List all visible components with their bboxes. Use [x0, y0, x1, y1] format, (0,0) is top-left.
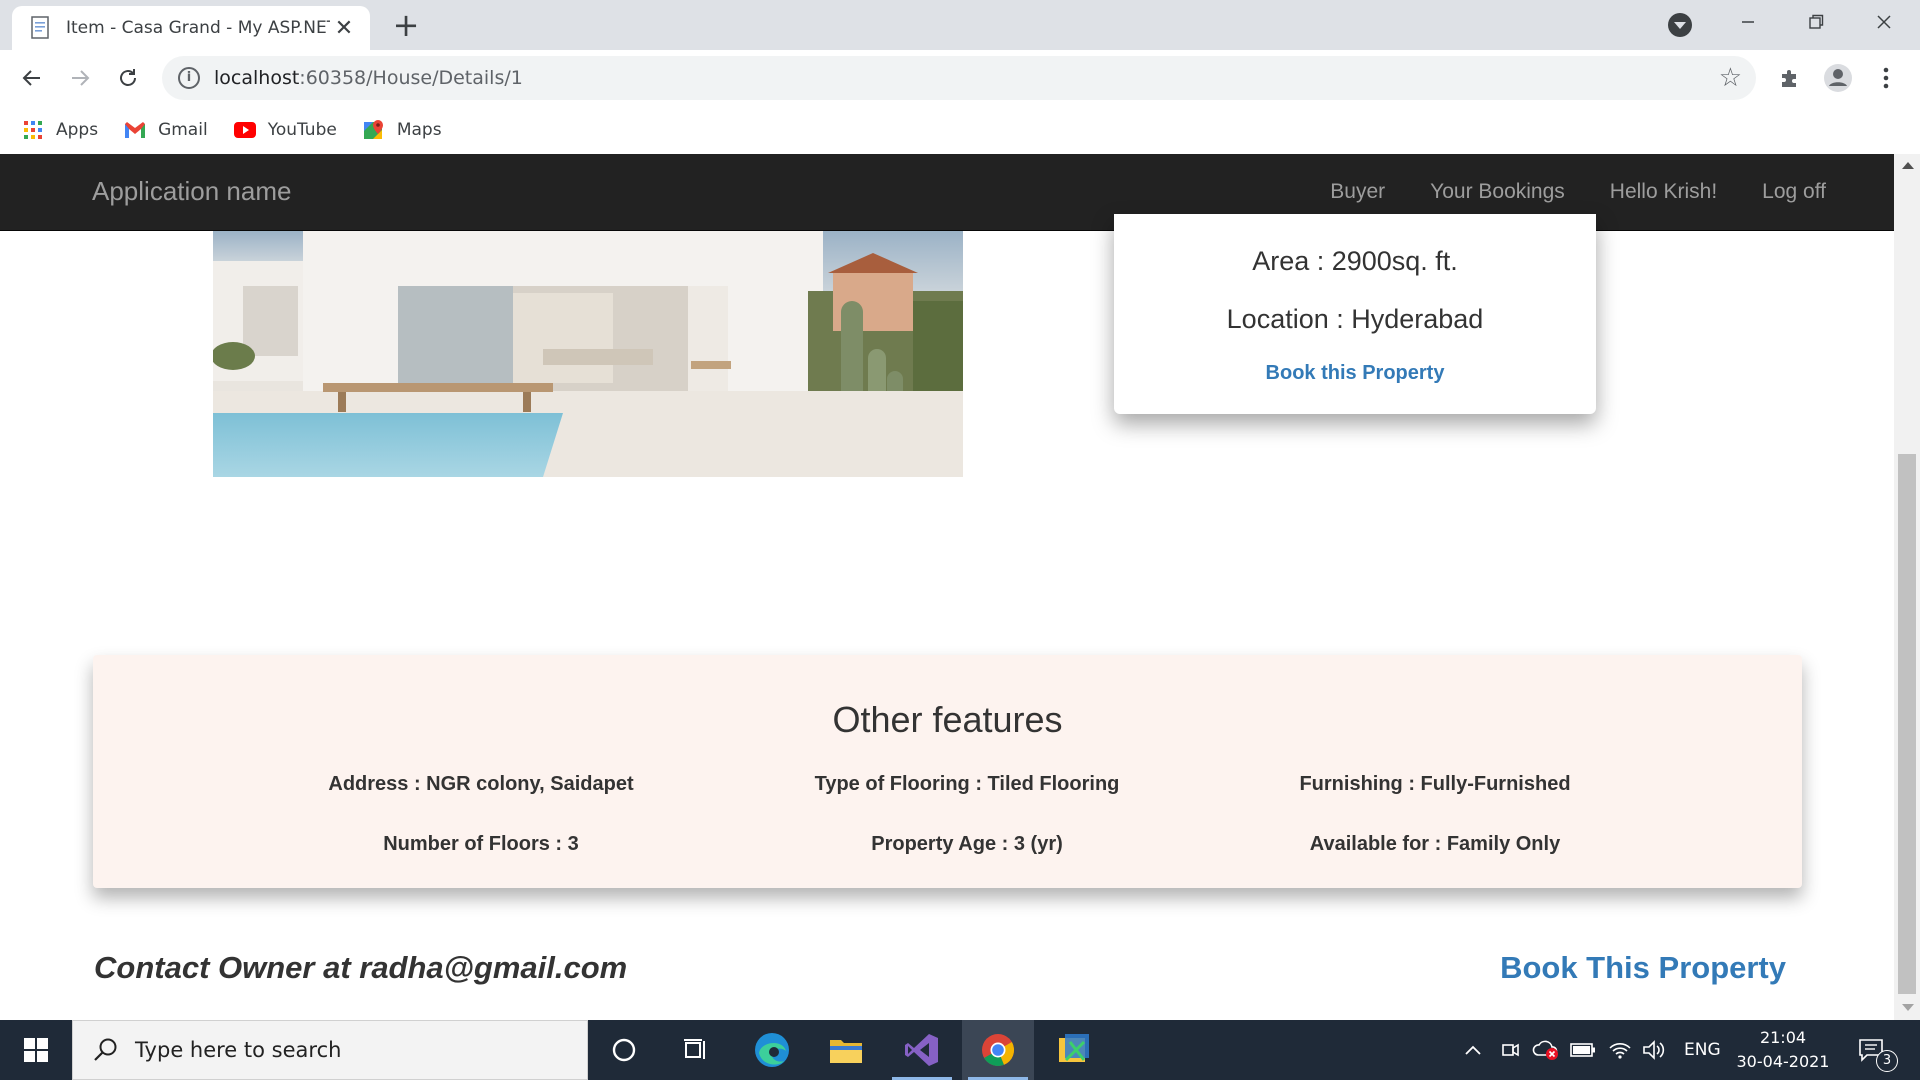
feature-flooring: Type of Flooring : Tiled Flooring: [814, 773, 1120, 795]
nav-logoff-link[interactable]: Log off: [1762, 180, 1826, 204]
windows-logo-icon: [24, 1038, 48, 1062]
minimize-icon[interactable]: [1716, 0, 1780, 44]
window-close-icon[interactable]: [1852, 0, 1916, 44]
bookmark-apps[interactable]: Apps: [22, 119, 98, 141]
feature-floors: Number of Floors : 3: [383, 833, 579, 855]
bookmark-label: Apps: [56, 120, 99, 140]
bookmark-label: YouTube: [267, 120, 337, 140]
bookmark-gmail[interactable]: Gmail: [124, 119, 208, 141]
property-image: [213, 231, 963, 477]
browser-toolbar: i localhost:60358/House/Details/1 ☆: [0, 50, 1920, 106]
scroll-down-arrow-icon[interactable]: [1902, 1004, 1914, 1011]
navbar-links: Buyer Your Bookings Hello Krish! Log off: [1285, 180, 1826, 204]
page-favicon-icon: [31, 16, 49, 39]
taskbar-clock[interactable]: 21:04 30-04-2021: [1728, 1026, 1838, 1074]
volume-icon[interactable]: [1642, 1020, 1668, 1080]
other-features-panel: Other features Address : NGR colony, Sai…: [93, 655, 1802, 888]
edge-browser-icon[interactable]: [736, 1020, 808, 1080]
feature-address: Address : NGR colony, Saidapet: [328, 773, 634, 795]
address-bar[interactable]: i localhost:60358/House/Details/1 ☆: [162, 56, 1756, 100]
extensions-icon[interactable]: [1774, 62, 1806, 94]
notification-count-badge: 3: [1876, 1050, 1898, 1072]
meet-now-icon[interactable]: [1500, 1020, 1520, 1080]
onedrive-error-icon[interactable]: [1532, 1020, 1560, 1080]
snipping-tool-icon[interactable]: [1038, 1020, 1110, 1080]
browser-tab[interactable]: Item - Casa Grand - My ASP.NET Applicati…: [12, 6, 370, 50]
tab-strip: Item - Casa Grand - My ASP.NET Applicati…: [0, 0, 1920, 50]
taskbar-search-box[interactable]: Type here to search: [72, 1020, 588, 1080]
chrome-menu-icon[interactable]: [1870, 62, 1902, 94]
bookmark-label: Maps: [396, 120, 442, 140]
search-placeholder: Type here to search: [135, 1038, 342, 1062]
feature-age: Property Age : 3 (yr): [871, 833, 1063, 855]
tab-close-icon[interactable]: ✕: [330, 16, 358, 41]
nav-bookings-link[interactable]: Your Bookings: [1430, 180, 1565, 204]
nav-greeting-link[interactable]: Hello Krish!: [1610, 180, 1717, 204]
back-icon[interactable]: [16, 62, 48, 94]
file-explorer-icon[interactable]: [810, 1020, 882, 1080]
scroll-up-arrow-icon[interactable]: [1902, 162, 1914, 169]
clock-date: 30-04-2021: [1736, 1052, 1830, 1071]
page-viewport: Application name Buyer Your Bookings Hel…: [0, 154, 1920, 1020]
nav-buyer-link[interactable]: Buyer: [1330, 180, 1385, 204]
feature-availability: Available for : Family Only: [1309, 833, 1561, 855]
tab-search-icon[interactable]: [1668, 13, 1692, 37]
forward-icon[interactable]: [64, 62, 96, 94]
gmail-icon: [124, 119, 146, 141]
url-text: localhost:60358/House/Details/1: [214, 67, 523, 89]
action-center-icon[interactable]: [1858, 1020, 1884, 1080]
bookmark-maps[interactable]: Maps: [363, 119, 442, 141]
search-icon: [94, 1038, 117, 1061]
area-text: Area : 2900sq. ft.: [1252, 246, 1458, 276]
book-property-link[interactable]: Book this Property: [1114, 362, 1596, 385]
bookmarks-bar: Apps Gmail YouTube Maps: [0, 106, 1920, 154]
wifi-icon[interactable]: [1608, 1020, 1632, 1080]
book-this-property-link[interactable]: Book This Property: [1500, 950, 1786, 986]
apps-grid-icon: [22, 119, 44, 141]
clock-time: 21:04: [1759, 1028, 1807, 1047]
restore-icon[interactable]: [1784, 0, 1848, 44]
reload-icon[interactable]: [112, 62, 144, 94]
location-text: Location : Hyderabad: [1226, 304, 1484, 334]
feature-furnishing: Furnishing : Fully-Furnished: [1299, 773, 1571, 795]
cortana-icon[interactable]: [588, 1020, 660, 1080]
property-summary-card: Area : 2900sq. ft. Location : Hyderabad …: [1114, 214, 1596, 414]
contact-owner-text: Contact Owner at radha@gmail.com: [94, 950, 628, 985]
page-scrollbar[interactable]: [1894, 154, 1920, 1020]
scroll-thumb[interactable]: [1898, 454, 1916, 994]
profile-avatar-icon[interactable]: [1822, 62, 1854, 94]
battery-icon[interactable]: [1570, 1020, 1596, 1080]
youtube-icon: [233, 119, 256, 141]
site-info-icon[interactable]: i: [178, 67, 200, 89]
chrome-taskbar-icon[interactable]: [962, 1020, 1034, 1080]
features-title: Other features: [832, 699, 1063, 740]
bookmark-youtube[interactable]: YouTube: [233, 119, 337, 141]
input-language[interactable]: ENG: [1684, 1020, 1721, 1080]
new-tab-button[interactable]: +: [390, 8, 422, 42]
maps-icon: [363, 119, 385, 141]
visual-studio-icon[interactable]: [886, 1020, 958, 1080]
site-brand-link[interactable]: Application name: [92, 176, 291, 207]
start-button[interactable]: [0, 1020, 72, 1080]
windows-taskbar: Type here to search ENG 21:04 30-04-2021…: [0, 1020, 1920, 1080]
tab-title: Item - Casa Grand - My ASP.NET Applicati…: [66, 18, 330, 38]
show-hidden-icons-icon[interactable]: [1464, 1020, 1482, 1080]
bookmark-star-icon[interactable]: ☆: [1719, 65, 1742, 91]
bookmark-label: Gmail: [158, 120, 208, 140]
task-view-icon[interactable]: [660, 1020, 732, 1080]
site-navbar: Application name Buyer Your Bookings Hel…: [0, 154, 1894, 231]
